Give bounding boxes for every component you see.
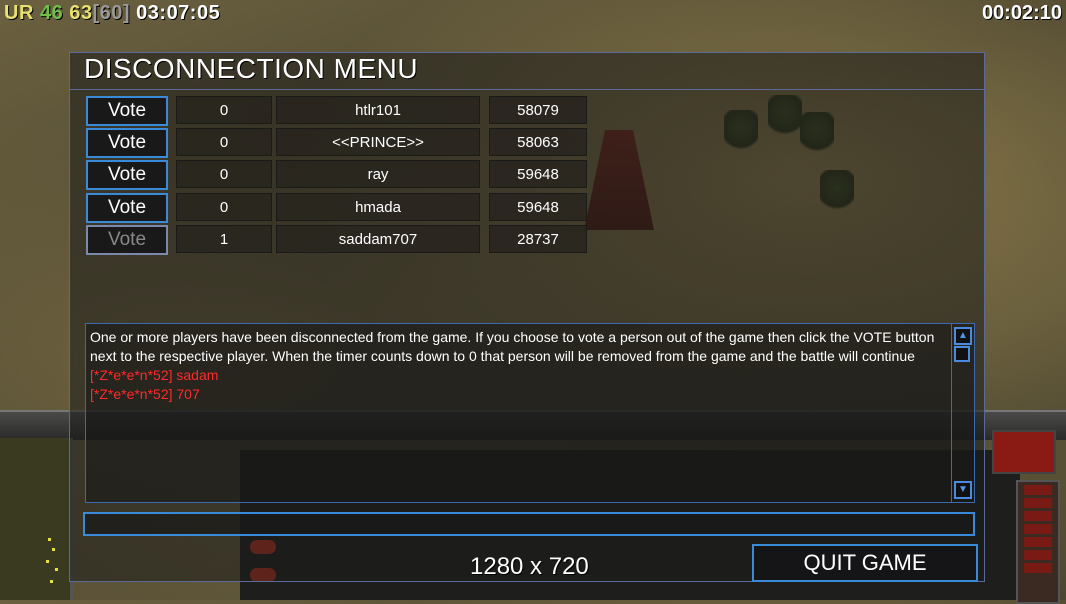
minimap[interactable] — [0, 438, 73, 600]
vote-button[interactable]: Vote — [86, 96, 168, 126]
title-divider — [70, 89, 984, 90]
player-name: saddam707 — [276, 225, 480, 253]
disconnect-message: One or more players have been disconnect… — [90, 329, 935, 364]
player-name: htlr101 — [276, 96, 480, 124]
chat-line: [*Z*e*e*n*52] 707 — [90, 386, 200, 402]
player-id: 28737 — [489, 225, 587, 253]
hud-ur-label: UR — [4, 2, 34, 24]
power-indicator — [992, 430, 1056, 474]
scroll-down-arrow-icon[interactable]: ▼ — [954, 481, 972, 499]
dialog-title: DISCONNECTION MENU — [84, 53, 419, 84]
chat-line: [*Z*e*e*n*52] sadam — [90, 367, 219, 383]
hud-clock-left: 03:07:05 — [136, 2, 221, 24]
player-name: <<PRINCE>> — [276, 128, 480, 156]
vote-button[interactable]: Vote — [86, 193, 168, 223]
disconnection-dialog: DISCONNECTION MENU Vote 0 htlr101 58079 … — [69, 52, 985, 582]
vote-button[interactable]: Vote — [86, 128, 168, 158]
player-id: 58079 — [489, 96, 587, 124]
player-name: ray — [276, 160, 480, 188]
scroll-up-arrow-icon[interactable]: ▲ — [954, 327, 972, 345]
hud-stats: UR 46 63[60] 03:07:05 — [4, 2, 220, 25]
vote-count: 0 — [176, 160, 272, 188]
vote-count: 1 — [176, 225, 272, 253]
resolution-label: 1280 x 720 — [470, 553, 589, 580]
player-name: hmada — [276, 193, 480, 221]
player-id: 59648 — [489, 160, 587, 188]
chat-scrollbar[interactable]: ▲ ▼ — [951, 324, 972, 502]
chat-log[interactable]: One or more players have been disconnect… — [85, 323, 975, 503]
vote-count: 0 — [176, 193, 272, 221]
hud-stat-3: [60] — [92, 2, 131, 24]
chat-input[interactable] — [83, 512, 975, 536]
vote-count: 0 — [176, 96, 272, 124]
hud-stat-2: 63 — [69, 2, 93, 24]
player-id: 59648 — [489, 193, 587, 221]
hud-clock-right: 00:02:10 — [981, 2, 1062, 24]
player-id: 58063 — [489, 128, 587, 156]
scroll-thumb[interactable] — [954, 346, 970, 362]
vote-button-disabled: Vote — [86, 225, 168, 255]
chat-text: One or more players have been disconnect… — [90, 328, 952, 404]
quit-game-button[interactable]: QUIT GAME — [752, 544, 978, 582]
hud-stat-1: 46 — [39, 2, 64, 24]
vote-count: 0 — [176, 128, 272, 156]
side-build-queue — [1016, 480, 1060, 604]
vote-button[interactable]: Vote — [86, 160, 168, 190]
